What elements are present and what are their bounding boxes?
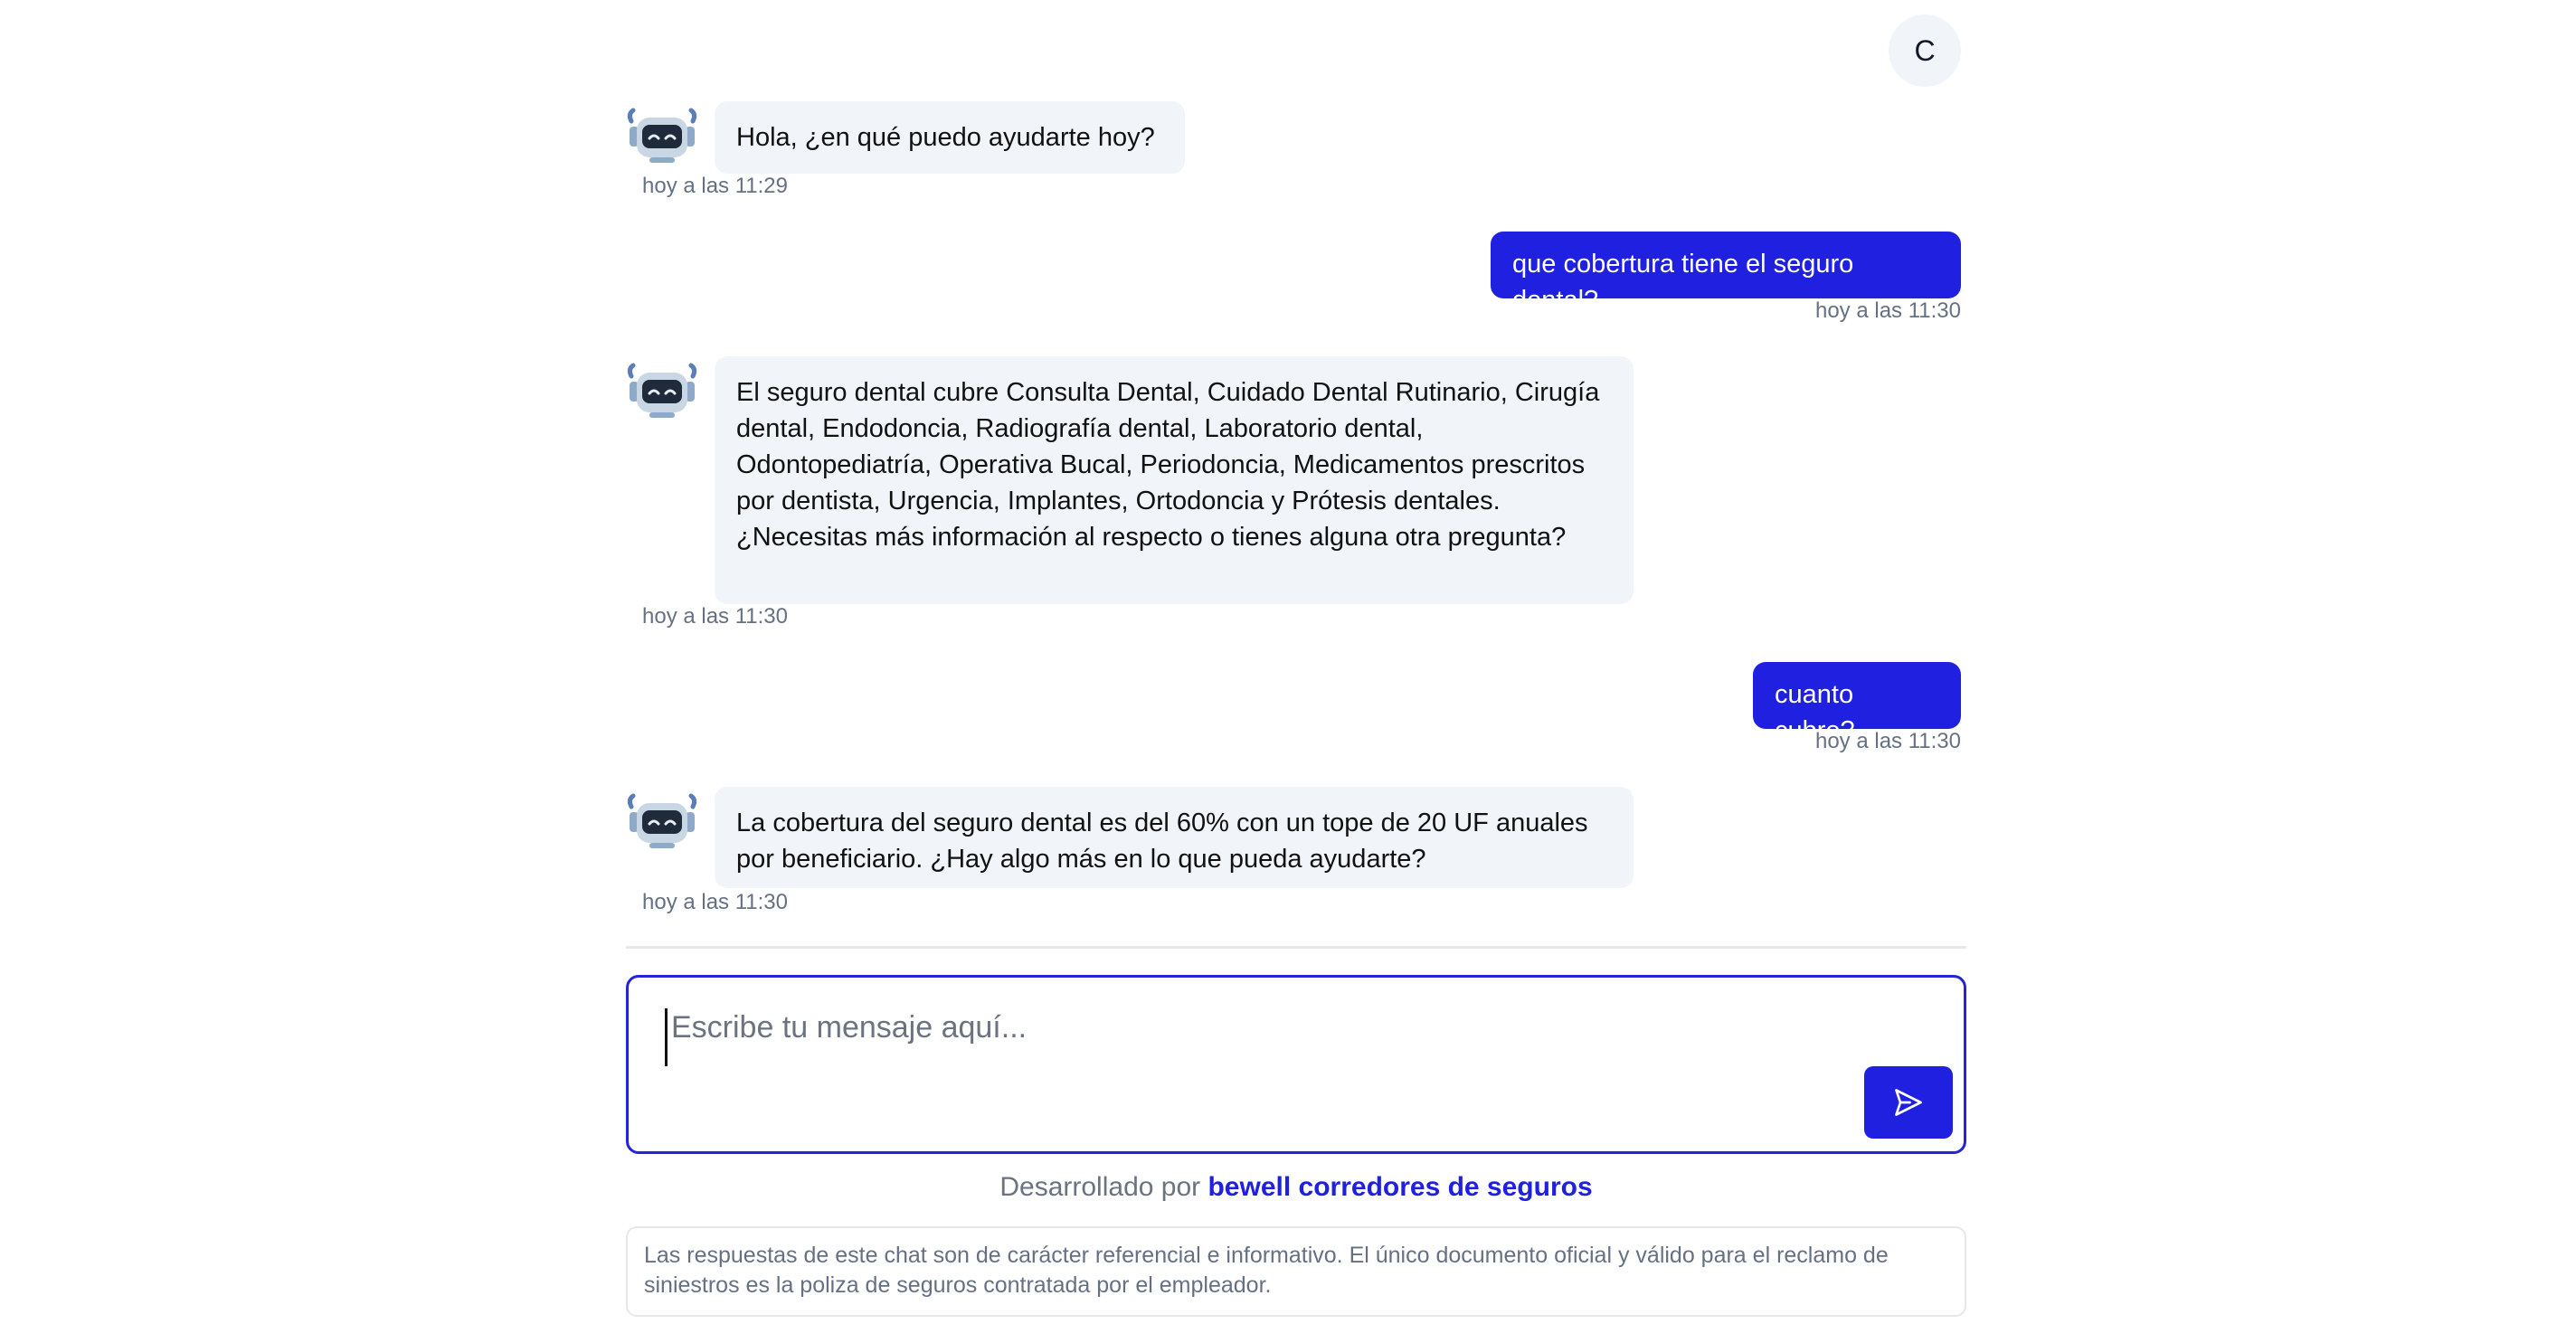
send-icon	[1895, 1089, 1922, 1116]
message-composer	[626, 975, 1966, 1154]
developer-credit: Desarrollado por bewell corredores de se…	[626, 1172, 1966, 1203]
message-timestamp: hoy a las 11:30	[642, 604, 789, 629]
bot-message: El seguro dental cubre Consulta Dental, …	[715, 356, 1634, 604]
user-avatar[interactable]: C	[1889, 14, 1961, 87]
divider	[626, 946, 1966, 949]
bot-message: Hola, ¿en qué puedo ayudarte hoy?	[715, 101, 1185, 174]
robot-icon	[627, 363, 697, 418]
message-timestamp: hoy a las 11:30	[1814, 729, 1961, 753]
user-message: que cobertura tiene el seguro dental?	[1491, 232, 1961, 315]
message-timestamp: hoy a las 11:30	[642, 890, 789, 914]
user-message: cuanto cubre?	[1753, 662, 1961, 745]
message-timestamp: hoy a las 11:29	[642, 174, 789, 198]
credit-prefix: Desarrollado por	[999, 1172, 1201, 1202]
robot-icon	[627, 793, 697, 848]
message-input[interactable]	[665, 1008, 1758, 1066]
disclaimer: Las respuestas de este chat son de carác…	[626, 1226, 1966, 1317]
bot-message: La cobertura del seguro dental es del 60…	[715, 787, 1634, 888]
credit-link[interactable]: bewell corredores de seguros	[1208, 1172, 1592, 1202]
message-text: Hola, ¿en qué puedo ayudarte hoy?	[736, 123, 1155, 152]
robot-icon	[627, 108, 697, 163]
message-text: La cobertura del seguro dental es del 60…	[736, 809, 1588, 874]
send-button[interactable]	[1864, 1066, 1953, 1139]
message-text: que cobertura tiene el seguro dental?	[1512, 250, 1854, 315]
message-text: El seguro dental cubre Consulta Dental, …	[736, 378, 1600, 552]
avatar-initial: C	[1914, 33, 1936, 67]
message-timestamp: hoy a las 11:30	[1814, 298, 1961, 323]
